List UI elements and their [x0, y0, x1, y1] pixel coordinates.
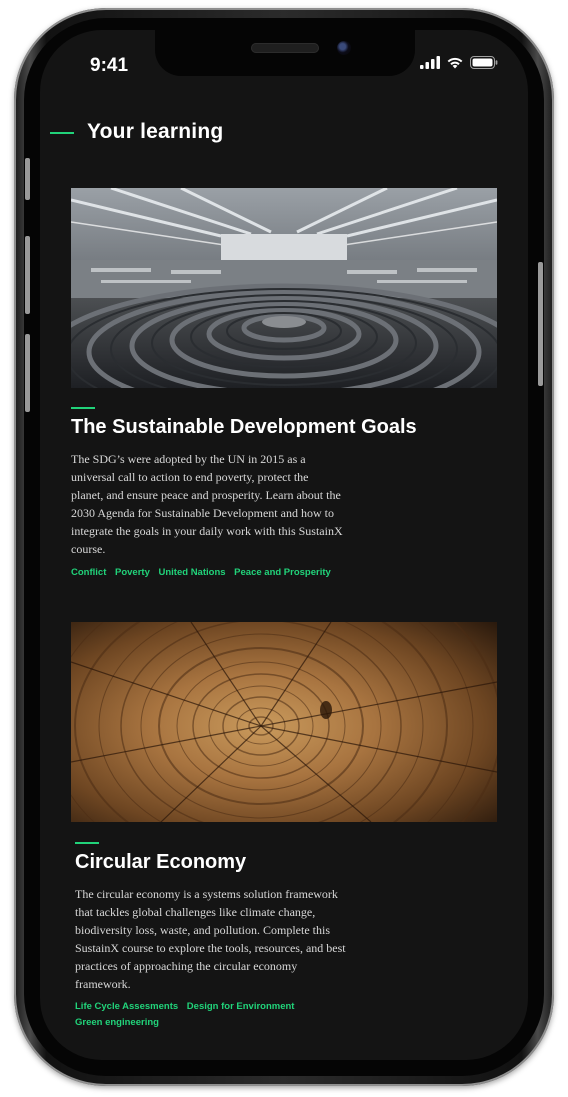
power-button — [538, 262, 543, 386]
speaker-grill — [251, 43, 319, 53]
notch — [155, 30, 415, 76]
course-description: The circular economy is a systems soluti… — [75, 887, 346, 991]
course-image-tree-rings[interactable] — [71, 622, 497, 822]
tag[interactable]: Design for Environment — [187, 999, 295, 1015]
tag[interactable]: United Nations — [159, 565, 226, 581]
signal-icon — [420, 56, 440, 69]
tag[interactable]: Poverty — [115, 565, 150, 581]
course-card-sdg[interactable]: The Sustainable Development Goals The SD… — [71, 188, 497, 588]
volume-up-button — [25, 236, 30, 314]
mute-switch — [25, 158, 30, 200]
course-image-parliament[interactable] — [71, 188, 497, 388]
wifi-icon — [447, 57, 463, 69]
volume-down-button — [25, 334, 30, 412]
battery-icon — [470, 56, 498, 69]
course-card-circular-economy[interactable]: Circular Economy The circular economy is… — [71, 622, 497, 1042]
title-accent-line — [71, 407, 95, 409]
course-tags: Conflict Poverty United Nations Peace an… — [71, 565, 371, 581]
page-title: Your learning — [87, 120, 224, 143]
tag[interactable]: Life Cycle Assesments — [75, 999, 178, 1015]
status-icons — [420, 56, 498, 69]
course-tags: Life Cycle Assesments Design for Environ… — [75, 999, 375, 1031]
status-time: 9:41 — [90, 55, 129, 76]
screen: 9:41 Your learning The Sustainable Devel… — [40, 30, 528, 1060]
tag[interactable]: Green engineering — [75, 1015, 159, 1031]
header-accent-line — [50, 132, 74, 134]
title-accent-line — [75, 842, 99, 844]
front-camera — [337, 41, 351, 55]
tag[interactable]: Peace and Prosperity — [234, 565, 331, 581]
course-title[interactable]: The Sustainable Development Goals — [71, 416, 417, 439]
course-description: The SDG’s were adopted by the UN in 2015… — [71, 452, 343, 556]
course-title[interactable]: Circular Economy — [75, 851, 246, 874]
tag[interactable]: Conflict — [71, 565, 106, 581]
